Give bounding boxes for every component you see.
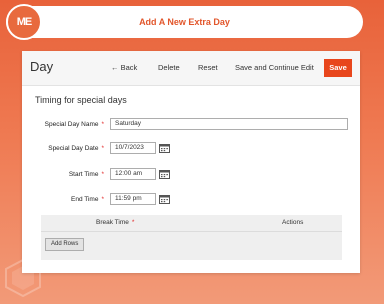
break-time-grid: Break Time * Actions Add Rows: [41, 215, 342, 260]
special-day-name-input[interactable]: Saturday: [110, 118, 348, 130]
calendar-icon[interactable]: [157, 142, 171, 154]
section-title: Timing for special days: [35, 95, 127, 105]
edit-panel: Day ← Back Delete Reset Save and Continu…: [22, 51, 360, 273]
end-time-picker-icon[interactable]: [157, 193, 171, 205]
start-time-input[interactable]: 12:00 am: [110, 168, 156, 180]
watermark-logo-icon: [5, 258, 41, 298]
actions-column-header: Actions: [282, 219, 304, 226]
page-header: Day ← Back Delete Reset Save and Continu…: [22, 51, 360, 86]
back-button[interactable]: ← Back: [111, 63, 137, 72]
special-day-date-label: Special Day Date *: [48, 145, 104, 152]
grid-header: Break Time * Actions: [41, 215, 342, 232]
special-day-date-input[interactable]: 10/7/2023: [110, 142, 156, 154]
page-title: Day: [30, 59, 54, 74]
add-rows-button[interactable]: Add Rows: [45, 238, 85, 251]
top-banner: ME Add A New Extra Day: [6, 4, 363, 40]
special-day-name-label: Special Day Name *: [44, 121, 104, 128]
banner-title: Add A New Extra Day: [139, 17, 230, 27]
save-button[interactable]: Save: [324, 59, 352, 77]
end-time-label: End Time *: [71, 196, 104, 203]
end-time-input[interactable]: 11:59 pm: [110, 193, 156, 205]
save-continue-button[interactable]: Save and Continue Edit: [235, 63, 314, 72]
start-time-picker-icon[interactable]: [157, 168, 171, 180]
break-time-column-header: Break Time *: [96, 219, 135, 226]
start-time-label: Start Time *: [68, 171, 104, 178]
reset-button[interactable]: Reset: [198, 63, 218, 72]
delete-button[interactable]: Delete: [158, 63, 180, 72]
